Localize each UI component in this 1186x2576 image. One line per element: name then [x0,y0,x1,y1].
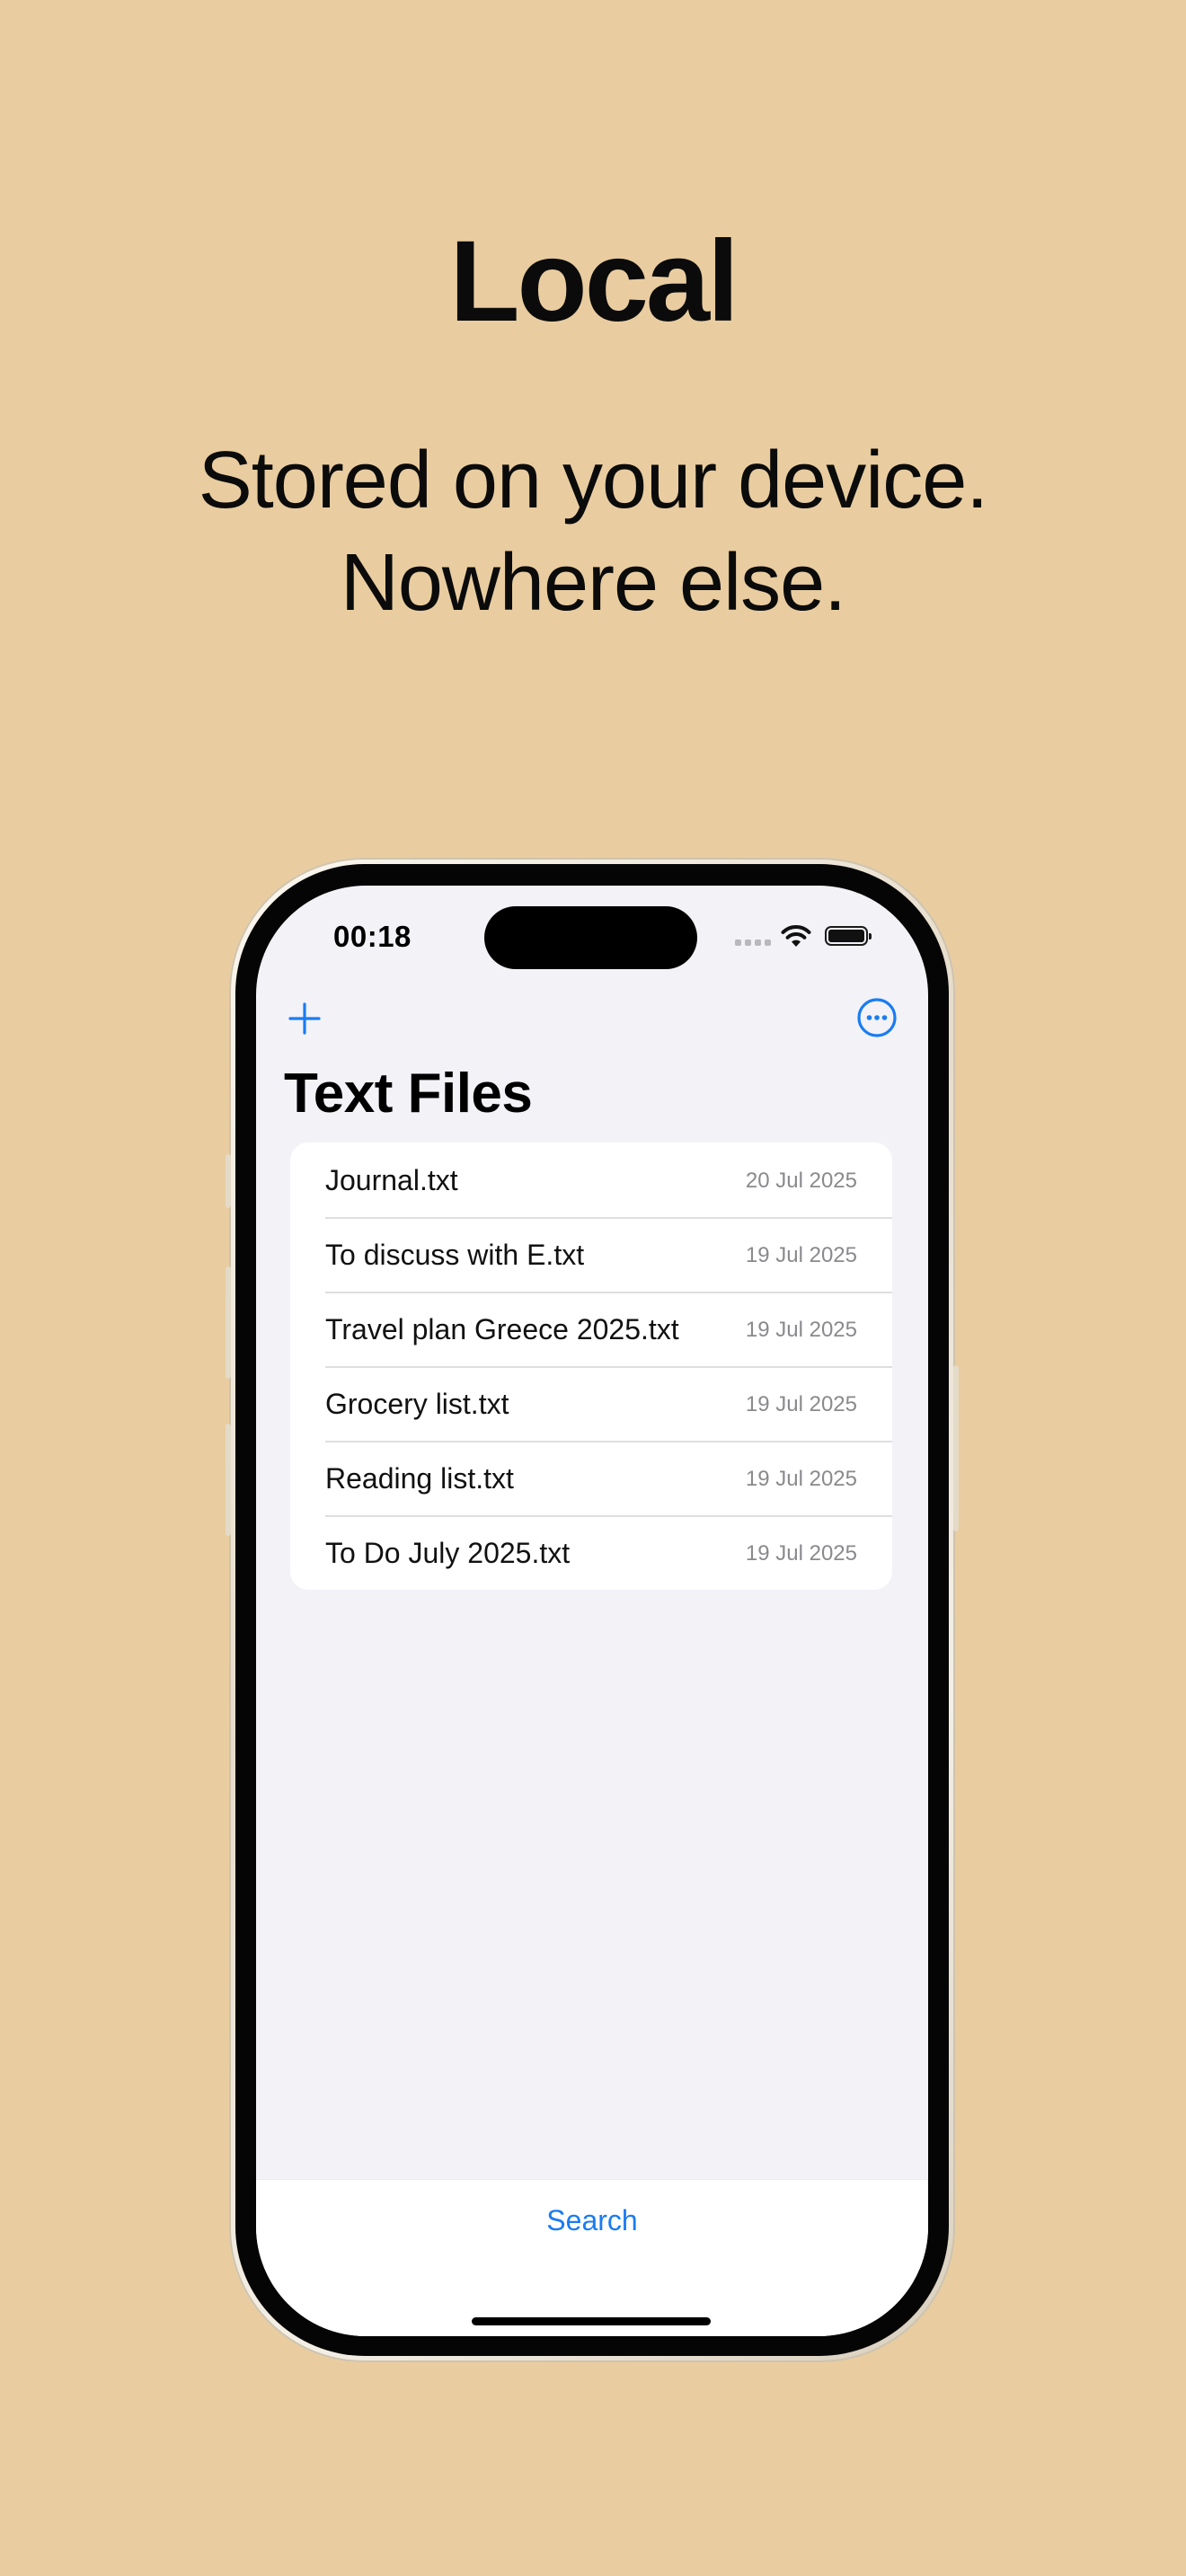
battery-icon [825,926,872,946]
file-name: To Do July 2025.txt [325,1537,571,1569]
file-row[interactable]: Journal.txt 20 Jul 2025 [290,1142,892,1217]
file-name: Journal.txt [325,1164,458,1196]
file-date: 19 Jul 2025 [745,1467,857,1491]
file-name: Grocery list.txt [325,1388,509,1420]
file-date: 19 Jul 2025 [745,1392,857,1416]
file-row[interactable]: To Do July 2025.txt 19 Jul 2025 [290,1515,892,1590]
wifi-icon [781,925,811,947]
file-name: To discuss with E.txt [325,1239,585,1271]
cellular-signal-icon [735,940,771,947]
file-date: 19 Jul 2025 [745,1318,857,1342]
file-date: 19 Jul 2025 [745,1541,857,1566]
file-date: 19 Jul 2025 [745,1243,857,1267]
volume-down-button [226,1424,231,1536]
status-time: 00:18 [333,920,412,953]
file-name: Travel plan Greece 2025.txt [325,1313,679,1345]
power-button [953,1365,959,1531]
promo-subhead-line-1: Stored on your device. [198,436,989,525]
action-button [226,1154,231,1208]
promo-page: Local Stored on your device. Nowhere els… [0,0,1186,2576]
phone-screen: 00:18 Text Files Journal.txt 20 Jul 2025… [256,886,928,2336]
file-row[interactable]: Travel plan Greece 2025.txt 19 Jul 2025 [290,1292,892,1366]
file-row[interactable]: Grocery list.txt 19 Jul 2025 [290,1366,892,1441]
promo-subhead-line-2: Nowhere else. [340,538,846,628]
tab-bar: Search [256,2179,928,2336]
file-name: Reading list.txt [325,1462,514,1495]
promo-headline: Local [449,217,739,346]
promo-subhead: Stored on your device. Nowhere else. [0,429,1186,634]
page-title: Text Files [284,1063,533,1125]
tab-search[interactable]: Search [256,2204,928,2237]
ellipsis-circle-icon[interactable] [856,997,898,1038]
volume-up-button [226,1266,231,1379]
file-date: 20 Jul 2025 [745,1169,857,1193]
plus-icon[interactable] [283,997,326,1040]
file-row[interactable]: To discuss with E.txt 19 Jul 2025 [290,1217,892,1292]
home-indicator[interactable] [472,2317,711,2325]
file-list: Journal.txt 20 Jul 2025 To discuss with … [290,1142,892,1590]
dynamic-island [484,906,697,969]
file-row[interactable]: Reading list.txt 19 Jul 2025 [290,1441,892,1515]
